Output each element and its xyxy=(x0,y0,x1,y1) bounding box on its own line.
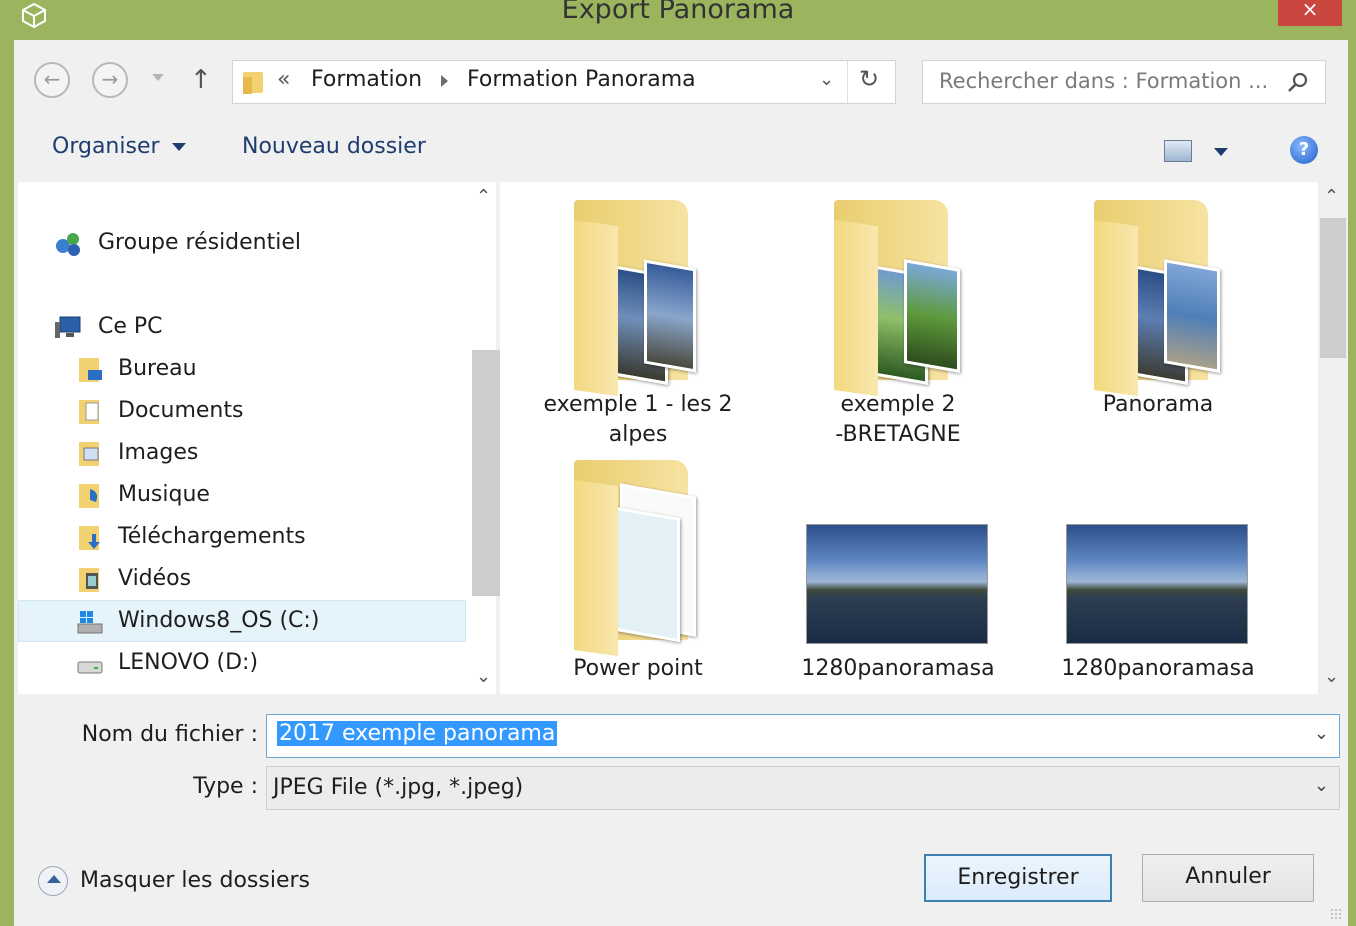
up-button[interactable]: ↑ xyxy=(190,66,212,94)
nav-item-documents[interactable]: Documents xyxy=(118,398,243,423)
nav-item-homegroup[interactable]: Groupe résidentiel xyxy=(98,230,301,255)
refresh-icon[interactable]: ↻ xyxy=(859,65,879,93)
type-label: Type : xyxy=(193,774,258,799)
search-icon[interactable] xyxy=(1287,71,1309,93)
nav-item-pictures[interactable]: Images xyxy=(118,440,198,465)
file-name: exemple 1 - les 2 xyxy=(543,392,733,417)
help-icon[interactable]: ? xyxy=(1290,136,1318,164)
windows-drive-icon xyxy=(77,611,103,634)
breadcrumb-formation-panorama[interactable]: Formation Panorama xyxy=(467,67,696,92)
address-dropdown-icon[interactable]: ⌄ xyxy=(819,69,834,90)
videos-folder-icon xyxy=(79,568,99,592)
resize-grip-icon[interactable] xyxy=(1330,908,1342,920)
address-divider xyxy=(847,61,848,103)
search-input[interactable]: Rechercher dans : Formation ... xyxy=(939,69,1268,93)
close-button[interactable]: × xyxy=(1278,0,1342,26)
file-name: Panorama xyxy=(1102,392,1214,417)
chevron-down-icon[interactable]: ⌄ xyxy=(1314,723,1329,744)
file-name-line2: alpes xyxy=(608,422,668,447)
dialog-body: ← → ↑ « Formation Formation Panorama ⌄ ↻… xyxy=(14,40,1348,926)
file-type-value: JPEG File (*.jpg, *.jpeg) xyxy=(273,775,524,800)
scroll-down-icon[interactable]: ⌄ xyxy=(1324,666,1339,687)
collapse-up-icon[interactable] xyxy=(38,866,68,896)
file-name: 1280panoramasa xyxy=(801,656,995,681)
file-list[interactable]: exemple 1 - les 2 alpes exemple 2 -BRETA… xyxy=(500,182,1318,694)
file-type-select[interactable]: JPEG File (*.jpg, *.jpeg) ⌄ xyxy=(266,766,1340,810)
homegroup-icon xyxy=(56,233,80,256)
desktop-folder-icon xyxy=(79,358,102,382)
image-thumbnail xyxy=(1066,524,1248,644)
title-bar[interactable]: Export Panorama × xyxy=(0,0,1356,40)
nav-item-drive-c[interactable]: Windows8_OS (C:) xyxy=(118,608,319,633)
new-folder-button[interactable]: Nouveau dossier xyxy=(242,134,426,159)
documents-folder-icon xyxy=(79,400,99,424)
view-mode-icon[interactable] xyxy=(1164,140,1192,162)
address-bar[interactable]: « Formation Formation Panorama ⌄ ↻ xyxy=(232,60,896,104)
forward-button[interactable]: → xyxy=(92,62,128,98)
view-options-dropdown-icon[interactable] xyxy=(1214,148,1228,156)
window-title: Export Panorama xyxy=(561,0,795,25)
save-button[interactable]: Enregistrer xyxy=(924,854,1112,902)
organize-menu[interactable]: Organiser xyxy=(52,134,186,159)
file-name: Power point xyxy=(573,656,703,681)
file-name: 1280panoramasa xyxy=(1061,656,1255,681)
image-thumbnail xyxy=(806,524,988,644)
file-name: exemple 2 xyxy=(840,392,956,417)
filename-field[interactable]: 2017 exemple panorama ⌄ xyxy=(266,714,1340,758)
nav-item-downloads[interactable]: Téléchargements xyxy=(118,524,306,549)
nav-item-drive-d[interactable]: LENOVO (D:) xyxy=(118,650,258,675)
nav-item-videos[interactable]: Vidéos xyxy=(118,566,191,591)
filename-input[interactable]: 2017 exemple panorama xyxy=(277,721,558,746)
computer-icon xyxy=(55,316,81,338)
recent-locations-dropdown[interactable] xyxy=(152,74,164,81)
organize-label: Organiser xyxy=(52,134,160,159)
scroll-up-icon[interactable]: ⌃ xyxy=(476,186,491,207)
scroll-down-icon[interactable]: ⌄ xyxy=(476,666,491,687)
music-folder-icon xyxy=(79,484,99,508)
file-name-line2: -BRETAGNE xyxy=(835,422,961,447)
folder-icon xyxy=(243,72,263,94)
chevron-down-icon xyxy=(171,143,186,151)
pictures-folder-icon xyxy=(79,442,99,466)
breadcrumb-formation[interactable]: Formation xyxy=(311,67,422,92)
search-box[interactable]: Rechercher dans : Formation ... xyxy=(922,60,1326,104)
drive-icon xyxy=(77,661,103,674)
navigation-pane[interactable]: Groupe résidentiel Ce PC Bureau Document… xyxy=(18,182,500,694)
file-list-scrollbar-thumb[interactable] xyxy=(1320,218,1346,358)
filename-label: Nom du fichier : xyxy=(81,722,258,747)
navigation-scrollbar-thumb[interactable] xyxy=(472,350,500,596)
back-button[interactable]: ← xyxy=(34,62,70,98)
breadcrumb-overflow[interactable]: « xyxy=(277,67,290,92)
chevron-down-icon[interactable]: ⌄ xyxy=(1314,775,1329,796)
nav-item-this-pc[interactable]: Ce PC xyxy=(98,314,163,339)
nav-item-music[interactable]: Musique xyxy=(118,482,210,507)
hide-folders-button[interactable]: Masquer les dossiers xyxy=(80,868,310,893)
downloads-folder-icon xyxy=(79,526,100,550)
window-frame: Export Panorama × ← → ↑ « Formation Form… xyxy=(0,0,1356,926)
breadcrumb-separator-icon[interactable] xyxy=(441,75,448,87)
cancel-button[interactable]: Annuler xyxy=(1142,854,1314,902)
nav-item-desktop[interactable]: Bureau xyxy=(118,356,197,381)
scroll-up-icon[interactable]: ⌃ xyxy=(1324,186,1339,207)
